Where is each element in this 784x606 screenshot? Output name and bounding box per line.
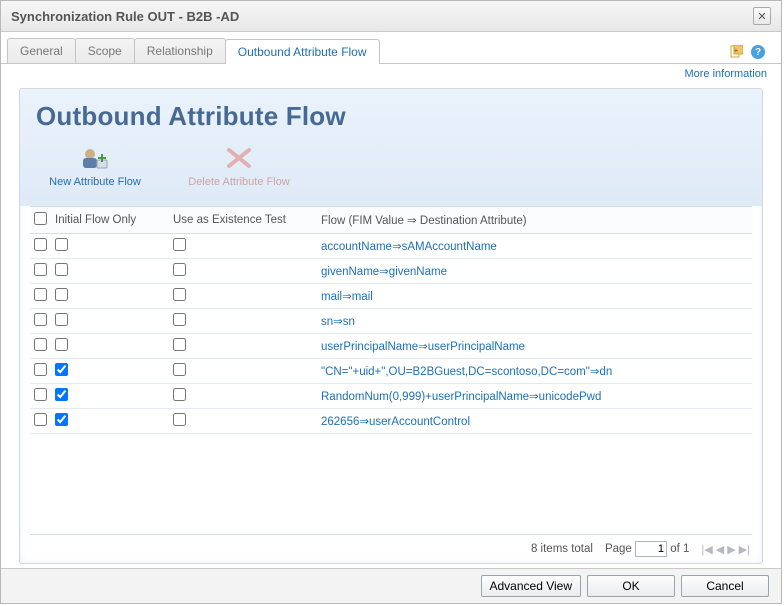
existence-test-checkbox[interactable] xyxy=(173,263,186,276)
attribute-flow-table: Initial Flow Only Use as Existence Test … xyxy=(30,206,752,434)
close-button[interactable]: ✕ xyxy=(753,7,771,25)
row-select-checkbox[interactable] xyxy=(34,413,47,426)
new-item-icon[interactable]: + xyxy=(729,45,743,59)
svg-text:+: + xyxy=(734,46,739,55)
row-select-checkbox[interactable] xyxy=(34,363,47,376)
col-existence-test[interactable]: Use as Existence Test xyxy=(169,207,317,234)
existence-test-checkbox[interactable] xyxy=(173,238,186,251)
tab-general[interactable]: General xyxy=(7,38,76,63)
flow-expression[interactable]: givenName⇒givenName xyxy=(321,266,447,278)
page-of: of 1 xyxy=(670,543,689,555)
next-page-icon[interactable]: ▶ xyxy=(727,543,735,556)
ok-button[interactable]: OK xyxy=(587,575,675,597)
initial-flow-checkbox[interactable] xyxy=(55,388,68,401)
delete-flow-icon xyxy=(223,144,255,172)
existence-test-checkbox[interactable] xyxy=(173,413,186,426)
existence-test-checkbox[interactable] xyxy=(173,338,186,351)
close-icon: ✕ xyxy=(757,10,766,23)
flow-expression[interactable]: userPrincipalName⇒userPrincipalName xyxy=(321,341,525,353)
table-row[interactable]: "CN="+uid+",OU=B2BGuest,DC=scontoso,DC=c… xyxy=(30,359,752,384)
row-select-checkbox[interactable] xyxy=(34,338,47,351)
first-page-icon[interactable]: |◀ xyxy=(701,543,712,556)
panel-title: Outbound Attribute Flow xyxy=(36,101,746,132)
flow-expression[interactable]: mail⇒mail xyxy=(321,291,373,303)
initial-flow-checkbox[interactable] xyxy=(55,288,68,301)
col-initial-flow[interactable]: Initial Flow Only xyxy=(51,207,169,234)
help-icon[interactable]: ? xyxy=(751,45,765,59)
delete-attribute-flow-button: Delete Attribute Flow xyxy=(184,144,294,188)
table-row[interactable]: givenName⇒givenName xyxy=(30,259,752,284)
table-row[interactable]: RandomNum(0,999)+userPrincipalName⇒unico… xyxy=(30,384,752,409)
delete-flow-label: Delete Attribute Flow xyxy=(188,176,290,188)
initial-flow-checkbox[interactable] xyxy=(55,413,68,426)
advanced-view-button[interactable]: Advanced View xyxy=(481,575,582,597)
initial-flow-checkbox[interactable] xyxy=(55,313,68,326)
tab-row: General Scope Relationship Outbound Attr… xyxy=(1,32,781,64)
existence-test-checkbox[interactable] xyxy=(173,363,186,376)
tab-outbound-attribute-flow[interactable]: Outbound Attribute Flow xyxy=(225,39,380,64)
flow-expression[interactable]: sn⇒sn xyxy=(321,316,355,328)
flow-expression[interactable]: RandomNum(0,999)+userPrincipalName⇒unico… xyxy=(321,391,601,403)
table-row[interactable]: mail⇒mail xyxy=(30,284,752,309)
col-flow[interactable]: Flow (FIM Value ⇒ Destination Attribute) xyxy=(317,207,752,234)
flow-expression[interactable]: "CN="+uid+",OU=B2BGuest,DC=scontoso,DC=c… xyxy=(321,366,612,378)
initial-flow-checkbox[interactable] xyxy=(55,238,68,251)
flow-panel: Outbound Attribute Flow New xyxy=(19,88,763,564)
existence-test-checkbox[interactable] xyxy=(173,313,186,326)
pager: |◀ ◀ ▶ ▶| xyxy=(701,543,750,556)
dialog-window: Synchronization Rule OUT - B2B -AD ✕ Gen… xyxy=(0,0,782,604)
new-flow-label: New Attribute Flow xyxy=(49,176,141,188)
cancel-button[interactable]: Cancel xyxy=(681,575,769,597)
panel-body: Initial Flow Only Use as Existence Test … xyxy=(20,206,762,563)
titlebar: Synchronization Rule OUT - B2B -AD ✕ xyxy=(1,1,781,32)
items-total: 8 items total xyxy=(531,543,593,555)
row-select-checkbox[interactable] xyxy=(34,238,47,251)
flow-expression[interactable]: 262656⇒userAccountControl xyxy=(321,416,470,428)
grid-footer: 8 items total Page of 1 |◀ ◀ ▶ ▶| xyxy=(30,534,752,557)
window-title: Synchronization Rule OUT - B2B -AD xyxy=(11,9,239,24)
row-select-checkbox[interactable] xyxy=(34,263,47,276)
existence-test-checkbox[interactable] xyxy=(173,288,186,301)
new-flow-icon xyxy=(79,144,111,172)
table-row[interactable]: userPrincipalName⇒userPrincipalName xyxy=(30,334,752,359)
button-bar: Advanced View OK Cancel xyxy=(1,568,781,603)
select-all-checkbox[interactable] xyxy=(34,212,47,225)
prev-page-icon[interactable]: ◀ xyxy=(716,543,724,556)
row-select-checkbox[interactable] xyxy=(34,388,47,401)
table-row[interactable]: accountName⇒sAMAccountName xyxy=(30,234,752,259)
row-select-checkbox[interactable] xyxy=(34,313,47,326)
row-select-checkbox[interactable] xyxy=(34,288,47,301)
page-input[interactable] xyxy=(635,541,667,557)
panel-toolbar: New Attribute Flow Delete Attribute Flow xyxy=(36,138,746,196)
initial-flow-checkbox[interactable] xyxy=(55,263,68,276)
table-row[interactable]: 262656⇒userAccountControl xyxy=(30,409,752,434)
panel-header: Outbound Attribute Flow New xyxy=(20,89,762,206)
initial-flow-checkbox[interactable] xyxy=(55,363,68,376)
more-information-link[interactable]: More information xyxy=(1,64,781,80)
new-attribute-flow-button[interactable]: New Attribute Flow xyxy=(40,144,150,188)
tab-scope[interactable]: Scope xyxy=(75,38,135,63)
initial-flow-checkbox[interactable] xyxy=(55,338,68,351)
existence-test-checkbox[interactable] xyxy=(173,388,186,401)
last-page-icon[interactable]: ▶| xyxy=(739,543,750,556)
flow-expression[interactable]: accountName⇒sAMAccountName xyxy=(321,241,497,253)
page-label: Page xyxy=(605,543,632,555)
tab-relationship[interactable]: Relationship xyxy=(134,38,226,63)
table-row[interactable]: sn⇒sn xyxy=(30,309,752,334)
tab-actions: + ? xyxy=(729,45,775,63)
content-area: Outbound Attribute Flow New xyxy=(1,80,781,568)
